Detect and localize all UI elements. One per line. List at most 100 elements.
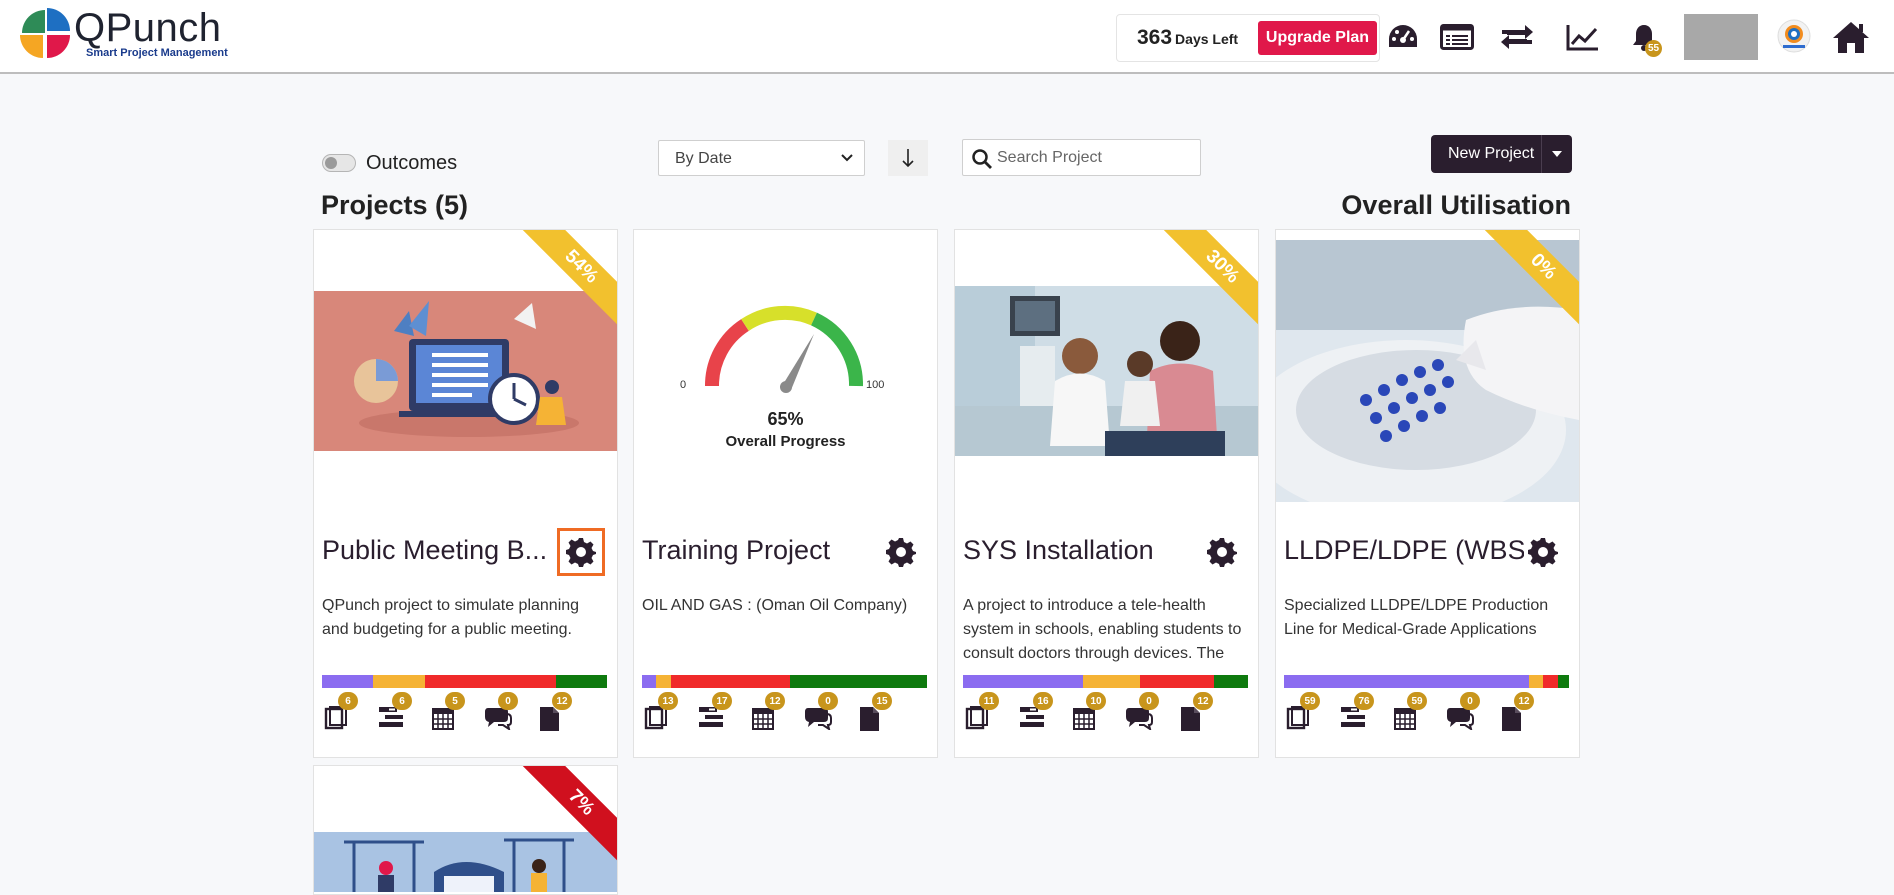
project-photo: [955, 286, 1258, 456]
status-segment: [322, 675, 374, 688]
bell-icon[interactable]: 55: [1625, 18, 1663, 57]
user-avatar[interactable]: [1684, 14, 1758, 60]
status-segment: [1082, 675, 1140, 688]
status-segment: [1284, 675, 1530, 688]
gauge-max-label: 100: [866, 379, 885, 391]
calendar-stat[interactable]: 10: [1072, 692, 1108, 736]
count-badge: 76: [1354, 692, 1374, 710]
project-description: QPunch project to simulate planning and …: [322, 597, 580, 638]
status-segment: [1543, 675, 1558, 688]
document-stat[interactable]: 12: [1179, 692, 1215, 736]
organization-logo-icon[interactable]: [1776, 18, 1812, 54]
book-stat[interactable]: 11: [965, 692, 1001, 736]
project-stats: 59 76 59 0 12: [1286, 692, 1571, 736]
status-segment: [963, 675, 1083, 688]
count-badge: 0: [818, 692, 838, 710]
gauge-min-label: 0: [680, 379, 687, 391]
count-badge: 0: [1139, 692, 1159, 710]
days-left-number: 363: [1137, 26, 1173, 49]
gear-icon: [1207, 538, 1237, 567]
count-badge: 12: [552, 692, 572, 710]
project-settings-button[interactable]: [877, 528, 925, 576]
count-badge: 0: [498, 692, 518, 710]
sort-dropdown[interactable]: By Date: [658, 140, 865, 176]
days-left: 363 Days Left: [1137, 26, 1238, 50]
status-bar: [322, 675, 607, 688]
gear-icon: [566, 538, 596, 567]
status-segment: [670, 675, 791, 688]
project-card[interactable]: 54% Public Meeting B... QPunch project t…: [313, 229, 618, 758]
project-card[interactable]: 30% SYS Installation A project to introd…: [954, 229, 1259, 758]
upgrade-plan-button[interactable]: Upgrade Plan: [1258, 21, 1377, 55]
gantt-stat[interactable]: 6: [378, 692, 414, 736]
gear-icon: [886, 538, 916, 567]
count-badge: 17: [712, 692, 732, 710]
sort-direction-button[interactable]: [888, 140, 928, 176]
arrow-down-icon: [902, 149, 914, 168]
gantt-stat[interactable]: 17: [698, 692, 734, 736]
calendar-stat[interactable]: 12: [751, 692, 787, 736]
document-stat[interactable]: 12: [538, 692, 574, 736]
project-card[interactable]: 7%: [313, 765, 618, 895]
notification-count-badge: 55: [1645, 40, 1662, 57]
gantt-stat[interactable]: 76: [1340, 692, 1376, 736]
home-icon[interactable]: [1830, 18, 1872, 56]
book-stat[interactable]: 13: [644, 692, 680, 736]
status-segment: [1139, 675, 1214, 688]
list-view-icon[interactable]: [1438, 18, 1476, 56]
status-bar: [642, 675, 927, 688]
dashboard-gauge-icon[interactable]: [1384, 18, 1422, 56]
outcomes-toggle[interactable]: [322, 154, 356, 172]
status-segment: [424, 675, 556, 688]
new-project-button[interactable]: New Project: [1431, 135, 1572, 173]
project-title[interactable]: SYS Installation: [963, 535, 1203, 566]
count-badge: 59: [1407, 692, 1427, 710]
status-segment: [1557, 675, 1569, 688]
project-settings-button[interactable]: [557, 528, 605, 576]
calendar-stat[interactable]: 59: [1393, 692, 1429, 736]
sync-icon[interactable]: [1498, 18, 1536, 56]
count-badge: 12: [1514, 692, 1534, 710]
count-badge: 13: [658, 692, 678, 710]
count-badge: 15: [872, 692, 892, 710]
subscription-box: 363 Days Left Upgrade Plan: [1116, 14, 1380, 62]
search-project-input[interactable]: [997, 146, 1193, 170]
project-description: A project to introduce a tele-health sys…: [963, 597, 1242, 662]
project-title[interactable]: Public Meeting B...: [322, 535, 562, 566]
new-project-label: New Project: [1448, 145, 1535, 162]
chat-stat[interactable]: 0: [1125, 692, 1161, 736]
project-card[interactable]: 0% LLDPE/LDPE (WBS) Specialized LLDPE/LD…: [1275, 229, 1580, 758]
project-settings-button[interactable]: [1519, 528, 1567, 576]
book-stat[interactable]: 59: [1286, 692, 1322, 736]
gantt-stat[interactable]: 16: [1019, 692, 1055, 736]
outcomes-label: Outcomes: [366, 152, 458, 174]
new-project-dropdown-toggle[interactable]: [1541, 135, 1572, 173]
status-segment: [373, 675, 425, 688]
book-stat[interactable]: 6: [324, 692, 360, 736]
status-segment: [555, 675, 607, 688]
chat-stat[interactable]: 0: [1446, 692, 1482, 736]
count-badge: 0: [1460, 692, 1480, 710]
status-bar: [1284, 675, 1569, 688]
status-bar: [963, 675, 1248, 688]
project-illustration: [314, 291, 617, 451]
project-title[interactable]: LLDPE/LDPE (WBS): [1284, 535, 1524, 566]
projects-heading: Projects (5): [321, 190, 469, 220]
count-badge: 11: [979, 692, 999, 710]
project-stats: 6 6 5 0 12: [324, 692, 609, 736]
document-stat[interactable]: 15: [858, 692, 894, 736]
progress-gauge: [634, 230, 937, 510]
analytics-icon[interactable]: [1564, 18, 1602, 56]
project-settings-button[interactable]: [1198, 528, 1246, 576]
project-title[interactable]: Training Project: [642, 535, 882, 566]
document-stat[interactable]: 12: [1500, 692, 1536, 736]
chat-stat[interactable]: 0: [484, 692, 520, 736]
status-segment: [642, 675, 657, 688]
gear-icon: [1528, 538, 1558, 567]
qpunch-logo[interactable]: QPunch Smart Project Management: [20, 8, 228, 59]
calendar-stat[interactable]: 5: [431, 692, 467, 736]
project-card[interactable]: 0 100 65% Overall Progress Training Proj…: [633, 229, 938, 758]
days-left-label: Days Left: [1175, 31, 1239, 47]
chat-stat[interactable]: 0: [804, 692, 840, 736]
project-stats: 13 17 12 0 15: [644, 692, 929, 736]
